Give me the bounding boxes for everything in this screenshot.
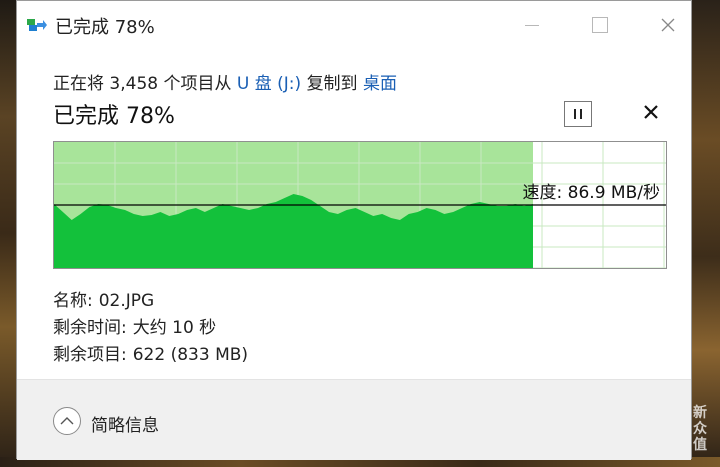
pause-icon — [574, 109, 576, 119]
close-icon — [661, 18, 675, 32]
operation-prefix: 正在将 3,458 个项目从 — [53, 74, 232, 94]
transfer-speed-graph: 速度: 86.9 MB/秒 — [53, 141, 667, 269]
minimize-button[interactable] — [509, 9, 555, 41]
time-remaining-value: 大约 10 秒 — [132, 318, 217, 338]
collapse-details-button[interactable] — [53, 407, 81, 435]
speed-graph-svg — [54, 142, 666, 268]
copy-arrow-icon — [27, 17, 47, 33]
items-remaining-value: 622 (833 MB) — [132, 345, 249, 365]
minimize-icon — [525, 24, 539, 26]
time-remaining-label: 剩余时间: — [53, 318, 127, 338]
info-name-row: 名称: 02.JPG — [53, 286, 154, 311]
maximize-icon — [592, 17, 608, 33]
desktop-wallpaper-right — [692, 0, 720, 467]
maximize-button[interactable] — [577, 9, 623, 41]
info-items-row: 剩余项目: 622 (833 MB) — [53, 340, 248, 365]
destination-link[interactable]: 桌面 — [363, 74, 397, 94]
chevron-up-icon — [60, 417, 74, 425]
items-remaining-label: 剩余项目: — [53, 345, 127, 365]
title-bar[interactable]: 已完成 78% — [17, 1, 691, 49]
operation-middle: 复制到 — [306, 74, 358, 94]
desktop-wallpaper-left — [0, 0, 16, 467]
progress-status: 已完成 78% — [53, 104, 175, 129]
info-time-row: 剩余时间: 大约 10 秒 — [53, 313, 216, 338]
pause-button[interactable] — [564, 101, 592, 127]
source-link[interactable]: U 盘 (J:) — [237, 74, 301, 94]
close-icon — [644, 105, 658, 119]
site-watermark: 新 众 值 — [693, 405, 707, 453]
cancel-button[interactable] — [643, 101, 659, 126]
fewer-details-label[interactable]: 简略信息 — [91, 411, 159, 436]
window-title: 已完成 78% — [55, 17, 155, 38]
operation-description: 正在将 3,458 个项目从 U 盘 (J:) 复制到 桌面 — [53, 69, 397, 94]
name-value: 02.JPG — [98, 291, 155, 311]
name-label: 名称: — [53, 291, 93, 311]
copy-progress-dialog: 已完成 78% 正在将 3,458 个项目从 U 盘 (J:) 复制到 桌面 已… — [16, 0, 692, 460]
speed-label: 速度: 86.9 MB/秒 — [522, 183, 660, 203]
close-window-button[interactable] — [645, 9, 691, 41]
